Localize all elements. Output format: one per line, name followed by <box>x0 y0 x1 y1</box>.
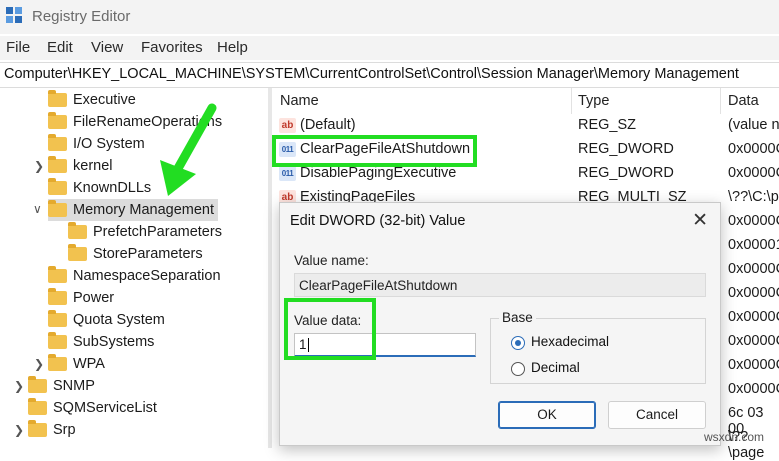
tree-item-prefetchparameters[interactable]: PrefetchParameters <box>68 221 222 243</box>
data-cell: 0x0000C <box>728 285 779 301</box>
address-bar[interactable]: Computer\HKEY_LOCAL_MACHINE\SYSTEM\Curre… <box>0 62 779 88</box>
tree-item-memory-management[interactable]: Memory Management <box>48 199 219 221</box>
folder-icon <box>48 288 67 305</box>
value-name-label: Value name: <box>294 253 369 268</box>
menu-edit[interactable]: Edit <box>47 39 73 56</box>
chevron-down-icon[interactable]: ∨ <box>33 202 42 216</box>
tree-item-kernel[interactable]: kernel <box>48 155 113 177</box>
column-header-data[interactable]: Data <box>728 93 759 109</box>
hexadecimal-label[interactable]: Hexadecimal <box>531 334 609 349</box>
tree-item-storeparameters[interactable]: StoreParameters <box>68 243 203 265</box>
watermark: wsxdn.com <box>704 430 765 444</box>
column-header-name[interactable]: Name <box>280 93 319 109</box>
menu-view[interactable]: View <box>91 39 123 56</box>
folder-icon <box>48 200 67 217</box>
folder-icon <box>28 376 47 393</box>
tree-item-sqmservicelist[interactable]: SQMServiceList <box>28 397 157 419</box>
folder-icon <box>28 398 47 415</box>
folder-icon <box>48 266 67 283</box>
list-header: Name Type Data <box>272 88 779 114</box>
highlight-annotation-value-data <box>284 298 376 360</box>
registry-editor-icon <box>6 7 24 25</box>
data-cell: 0x00001 <box>728 237 779 253</box>
tree-item-quota-system[interactable]: Quota System <box>48 309 165 331</box>
folder-icon <box>28 420 47 437</box>
data-cell: 0x0000C <box>728 309 779 325</box>
green-arrow-annotation <box>160 103 217 196</box>
menu-bar: File Edit View Favorites Help <box>0 36 779 60</box>
highlight-annotation-value-name <box>272 135 477 167</box>
folder-icon <box>48 310 67 327</box>
folder-icon <box>48 112 67 129</box>
tree-item-power[interactable]: Power <box>48 287 114 309</box>
folder-icon <box>48 156 67 173</box>
string-value-icon: ab <box>279 118 296 133</box>
chevron-right-icon[interactable]: ❯ <box>34 357 44 371</box>
value-name-field: ClearPageFileAtShutdown <box>294 273 706 297</box>
ok-button[interactable]: OK <box>498 401 596 429</box>
tree-item-executive[interactable]: Executive <box>48 89 136 111</box>
close-icon[interactable]: ✕ <box>692 209 708 232</box>
folder-icon <box>48 354 67 371</box>
address-path: Computer\HKEY_LOCAL_MACHINE\SYSTEM\Curre… <box>4 66 739 82</box>
tree-item-srp[interactable]: Srp <box>28 419 76 441</box>
chevron-right-icon[interactable]: ❯ <box>34 159 44 173</box>
data-cell: 0x0000C <box>728 261 779 277</box>
folder-icon <box>48 90 67 107</box>
base-group: Base Hexadecimal Decimal <box>490 310 706 384</box>
hexadecimal-radio[interactable] <box>511 336 525 350</box>
tree-item-wpa[interactable]: WPA <box>48 353 105 375</box>
data-cell: 0x0000C <box>728 213 779 229</box>
tree-item-knowndlls[interactable]: KnownDLLs <box>48 177 151 199</box>
chevron-right-icon[interactable]: ❯ <box>14 423 24 437</box>
folder-icon <box>68 222 87 239</box>
tree-item-io-system[interactable]: I/O System <box>48 133 145 155</box>
folder-icon <box>68 244 87 261</box>
column-divider[interactable] <box>720 88 721 114</box>
base-label: Base <box>499 310 536 325</box>
binary-value-icon: 011 <box>279 166 296 181</box>
dialog-title: Edit DWORD (32-bit) Value <box>290 213 466 229</box>
title-bar: Registry Editor <box>0 0 779 34</box>
menu-help[interactable]: Help <box>217 39 248 56</box>
tree-item-namespaceseparation[interactable]: NamespaceSeparation <box>48 265 221 287</box>
decimal-radio[interactable] <box>511 362 525 376</box>
folder-icon <box>48 178 67 195</box>
arrow-shaft <box>171 103 217 177</box>
window-title: Registry Editor <box>32 8 131 25</box>
data-cell: 0x0000C <box>728 357 779 373</box>
column-header-type[interactable]: Type <box>578 93 609 109</box>
folder-icon <box>48 332 67 349</box>
data-cell: 0x0000C <box>728 333 779 349</box>
menu-file[interactable]: File <box>6 39 30 56</box>
tree-item-snmp[interactable]: SNMP <box>28 375 95 397</box>
tree-item-subsystems[interactable]: SubSystems <box>48 331 154 353</box>
folder-icon <box>48 134 67 151</box>
chevron-right-icon[interactable]: ❯ <box>14 379 24 393</box>
column-divider[interactable] <box>571 88 572 114</box>
decimal-label[interactable]: Decimal <box>531 360 580 375</box>
data-cell: 0x0000C <box>728 381 779 397</box>
menu-favorites[interactable]: Favorites <box>141 39 203 56</box>
cancel-button[interactable]: Cancel <box>608 401 706 429</box>
